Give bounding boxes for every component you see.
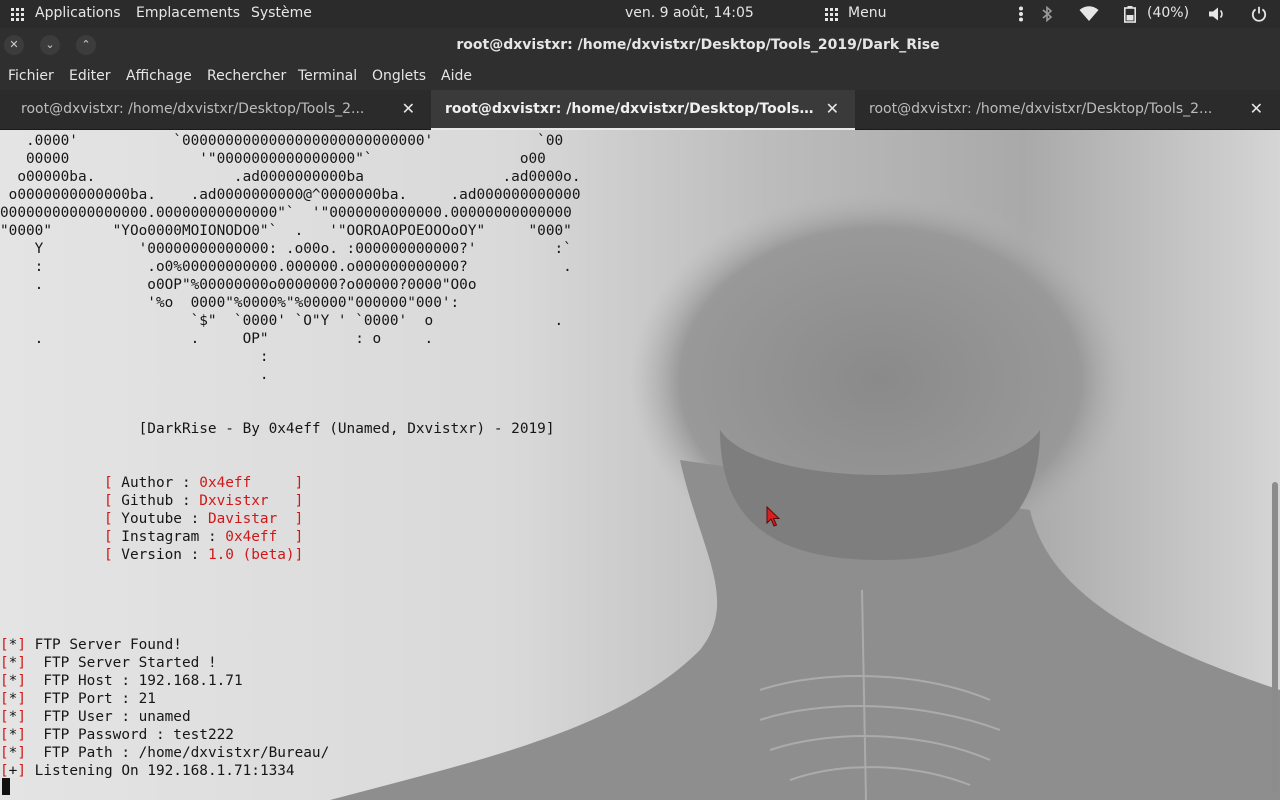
tab-3[interactable]: root@dxvistxr: /home/dxvistxr/Desktop/To… xyxy=(855,90,1279,130)
volume-icon[interactable] xyxy=(1208,6,1226,22)
info-key: Version xyxy=(121,547,182,563)
power-icon[interactable] xyxy=(1251,6,1267,22)
window-title: root@dxvistxr: /home/dxvistxr/Desktop/To… xyxy=(456,37,940,53)
log-line: [*] FTP User : unamed xyxy=(0,709,191,725)
banner-line: [DarkRise - By 0x4eff (Unamed, Dxvistxr)… xyxy=(0,420,555,438)
log-line: [*] FTP Password : test222 xyxy=(0,727,234,743)
places-menu[interactable]: Emplacements xyxy=(136,5,240,21)
ascii-art-line: 00000000000000000.00000000000000"` '"000… xyxy=(0,205,572,221)
applications-menu[interactable]: Applications xyxy=(35,5,121,21)
info-key: Youtube xyxy=(121,511,182,527)
ascii-art-line: . o0OP"%00000000o0000000?o00000?0000"O0o xyxy=(0,277,477,293)
menu-button[interactable]: Menu xyxy=(848,5,886,21)
log-line: [+] Listening On 192.168.1.71:1334 xyxy=(0,763,295,779)
apps-grid-icon[interactable] xyxy=(11,8,24,21)
tab-close-icon[interactable]: ✕ xyxy=(826,99,839,118)
tab-label: root@dxvistxr: /home/dxvistxr/Desktop/To… xyxy=(21,101,365,117)
ascii-art-line: Y '00000000000000: .o00o. :000000000000?… xyxy=(0,241,572,257)
tab-close-icon[interactable]: ✕ xyxy=(402,99,415,118)
wifi-icon[interactable] xyxy=(1079,6,1099,22)
menubar: Fichier Editer Affichage Rechercher Term… xyxy=(0,62,1280,90)
ascii-art-line: : .o0%00000000000.000000.o000000000000? … xyxy=(0,259,572,275)
system-menu[interactable]: Système xyxy=(251,5,312,21)
more-vert-icon[interactable] xyxy=(1018,6,1024,22)
info-line-youtube: [ Youtube : Davistar ] xyxy=(103,511,304,527)
tab-2[interactable]: root@dxvistxr: /home/dxvistxr/Desktop/To… xyxy=(431,90,855,130)
log-line: [*] FTP Host : 192.168.1.71 xyxy=(0,673,243,689)
info-value: Dxvistxr xyxy=(199,493,286,509)
ascii-art-line: "0000" "YOo0000MOIONODO0"` . '"OOROAOPOE… xyxy=(0,223,572,239)
log-line: [*] FTP Server Found! xyxy=(0,637,182,653)
ascii-art-line: '%o 0000"%0000%"%00000"000000"000': xyxy=(0,295,460,311)
log-line: [*] FTP Server Started ! xyxy=(0,655,217,671)
tab-close-icon[interactable]: ✕ xyxy=(1250,99,1263,118)
ascii-art-line: . . OP" : o . xyxy=(0,331,434,347)
info-key: Github xyxy=(121,493,174,509)
terminal-view[interactable]: .0000' `0000000000000000000000000000' `0… xyxy=(0,130,1280,800)
terminal-scrollbar[interactable] xyxy=(1272,482,1278,792)
bluetooth-icon[interactable] xyxy=(1041,6,1053,22)
info-value: 0x4eff xyxy=(225,529,286,545)
top-panel: Applications Emplacements Système ven. 9… xyxy=(0,0,1280,28)
ascii-art-line: . xyxy=(0,367,269,383)
ascii-art-line: o0000000000000ba. .ad0000000000@^0000000… xyxy=(0,187,581,203)
menu-onglets[interactable]: Onglets xyxy=(372,68,426,84)
battery-percent: (40%) xyxy=(1147,5,1190,21)
menu-editer[interactable]: Editer xyxy=(69,68,110,84)
tab-1[interactable]: root@dxvistxr: /home/dxvistxr/Desktop/To… xyxy=(7,90,431,130)
ascii-art-line: `$" `0000' `O"Y ' `0000' o . xyxy=(0,313,564,329)
menu-grid-icon[interactable] xyxy=(825,8,838,21)
battery-icon[interactable] xyxy=(1124,6,1136,23)
info-value: 1.0 (beta) xyxy=(207,547,295,563)
menu-terminal[interactable]: Terminal xyxy=(298,68,357,84)
info-line-author: [ Author : 0x4eff ] xyxy=(103,475,304,491)
tab-bar: root@dxvistxr: /home/dxvistxr/Desktop/To… xyxy=(0,90,1280,130)
ascii-art-line: 00000 '"0000000000000000"` o00 xyxy=(0,151,546,167)
info-line-instagram: [ Instagram : 0x4eff ] xyxy=(103,529,304,545)
clock[interactable]: ven. 9 août, 14:05 xyxy=(625,5,754,21)
menu-affichage[interactable]: Affichage xyxy=(126,68,192,84)
log-line: [*] FTP Path : /home/dxvistxr/Bureau/ xyxy=(0,745,330,761)
info-value: 0x4eff xyxy=(199,475,286,491)
menu-fichier[interactable]: Fichier xyxy=(8,68,54,84)
ascii-art-line: .0000' `0000000000000000000000000000' `0… xyxy=(0,133,564,149)
mouse-pointer-icon xyxy=(766,506,780,527)
menu-aide[interactable]: Aide xyxy=(441,68,472,84)
tab-label: root@dxvistxr: /home/dxvistxr/Desktop/To… xyxy=(869,101,1213,117)
info-key: Instagram xyxy=(121,529,200,545)
tab-label: root@dxvistxr: /home/dxvistxr/Desktop/To… xyxy=(445,101,815,117)
terminal-cursor xyxy=(2,778,10,795)
info-line-github: [ Github : Dxvistxr ] xyxy=(103,493,304,509)
info-key: Author xyxy=(121,475,174,491)
menu-rechercher[interactable]: Rechercher xyxy=(207,68,286,84)
info-line-version: [ Version : 1.0 (beta)] xyxy=(103,547,304,563)
log-line: [*] FTP Port : 21 xyxy=(0,691,156,707)
info-value: Davistar xyxy=(207,511,286,527)
banner-text: [DarkRise - By 0x4eff (Unamed, Dxvistxr)… xyxy=(138,421,555,437)
window-titlebar[interactable]: ✕ ⌄ ⌃ root@dxvistxr: /home/dxvistxr/Desk… xyxy=(0,28,1280,62)
ascii-art-line: o00000ba. .ad0000000000ba .ad0000o. xyxy=(0,169,581,185)
ascii-art-line: : xyxy=(0,349,269,365)
